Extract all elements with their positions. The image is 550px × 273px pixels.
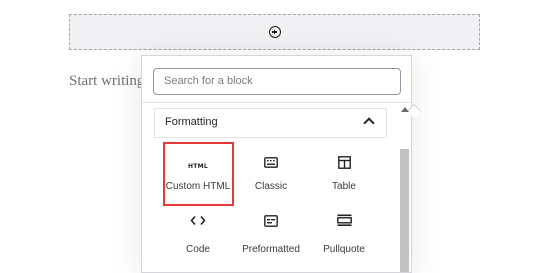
- block-item-classic[interactable]: Classic: [236, 146, 306, 198]
- highlight-box: [163, 142, 234, 206]
- block-item-table[interactable]: Table: [309, 146, 379, 198]
- panel-title: Formatting: [165, 116, 218, 128]
- scroll-up-arrow-icon[interactable]: [401, 107, 409, 112]
- preformatted-icon: [264, 215, 278, 227]
- table-icon: [338, 156, 351, 169]
- block-search-input[interactable]: Search for a block: [153, 68, 401, 95]
- block-label: Pullquote: [323, 244, 365, 255]
- chevron-up-icon: [363, 117, 375, 129]
- pullquote-icon: [337, 214, 352, 226]
- block-item-pullquote[interactable]: Pullquote: [309, 209, 379, 261]
- block-item-code[interactable]: Code: [163, 209, 233, 261]
- popover-caret: [406, 103, 422, 119]
- block-inserter-popover: Search for a block Formatting HTML Custo…: [141, 55, 422, 273]
- block-appender[interactable]: [69, 14, 480, 50]
- search-divider: [142, 102, 411, 103]
- formatting-panel-toggle[interactable]: Formatting: [154, 108, 387, 138]
- block-label: Table: [332, 181, 356, 192]
- block-label: Code: [186, 244, 210, 255]
- keyboard-icon: [264, 157, 278, 168]
- code-icon: [190, 215, 206, 226]
- editor-placeholder[interactable]: Start writing: [69, 73, 144, 90]
- block-label: Preformatted: [242, 244, 300, 255]
- add-block-icon[interactable]: [269, 26, 281, 38]
- block-label: Classic: [254, 181, 288, 192]
- block-item-preformatted[interactable]: Preformatted: [236, 209, 306, 261]
- scrollbar-thumb[interactable]: [400, 149, 409, 272]
